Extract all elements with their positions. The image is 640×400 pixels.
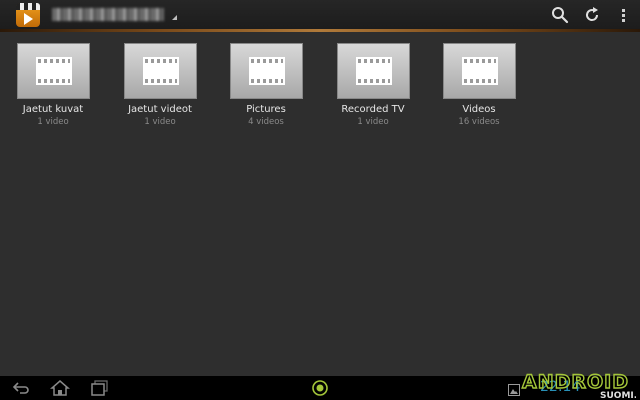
server-name-blurred[interactable] [52, 8, 164, 21]
action-bar [0, 0, 640, 32]
folder-count: 1 video [37, 117, 69, 127]
screen: Jaetut kuvat 1 video Jaetut videot 1 vid… [0, 0, 640, 400]
video-folder-thumbnail-icon [230, 43, 303, 99]
clapperboard-play-icon[interactable] [16, 3, 40, 27]
folder-count: 1 video [357, 117, 389, 127]
folder-count: 16 videos [458, 117, 500, 127]
folder-title: Recorded TV [341, 104, 405, 115]
back-icon[interactable] [10, 379, 30, 397]
folder-count: 4 videos [248, 117, 284, 127]
folder-title: Videos [462, 104, 496, 115]
androidsuomi-watermark-logo: ANDROID SUOMI.FI [520, 368, 636, 400]
folder-item[interactable]: Pictures 4 videos [221, 43, 311, 133]
video-folder-thumbnail-icon [124, 43, 197, 99]
folder-item[interactable]: Jaetut kuvat 1 video [8, 43, 98, 133]
dropdown-indicator-icon[interactable] [172, 15, 177, 20]
folder-item[interactable]: Videos 16 videos [434, 43, 524, 133]
watermark-logo-text: ANDROID [522, 371, 629, 393]
home-icon[interactable] [50, 379, 70, 397]
folder-count: 1 video [144, 117, 176, 127]
gallery-notification-icon[interactable] [508, 381, 520, 396]
video-folder-thumbnail-icon [443, 43, 516, 99]
search-icon[interactable] [550, 5, 570, 25]
center-circle-icon[interactable] [310, 379, 330, 397]
folder-title: Jaetut kuvat [22, 104, 84, 115]
folder-item[interactable]: Recorded TV 1 video [328, 43, 418, 133]
watermark-sub-text: SUOMI.FI [600, 391, 636, 400]
recent-apps-icon[interactable] [89, 379, 109, 397]
overflow-menu-icon[interactable] [614, 5, 625, 25]
video-folder-thumbnail-icon [17, 43, 90, 99]
folder-title: Pictures [246, 104, 286, 115]
folder-item[interactable]: Jaetut videot 1 video [115, 43, 205, 133]
video-folder-thumbnail-icon [337, 43, 410, 99]
refresh-icon[interactable] [582, 5, 602, 25]
folder-title: Jaetut videot [128, 104, 192, 115]
